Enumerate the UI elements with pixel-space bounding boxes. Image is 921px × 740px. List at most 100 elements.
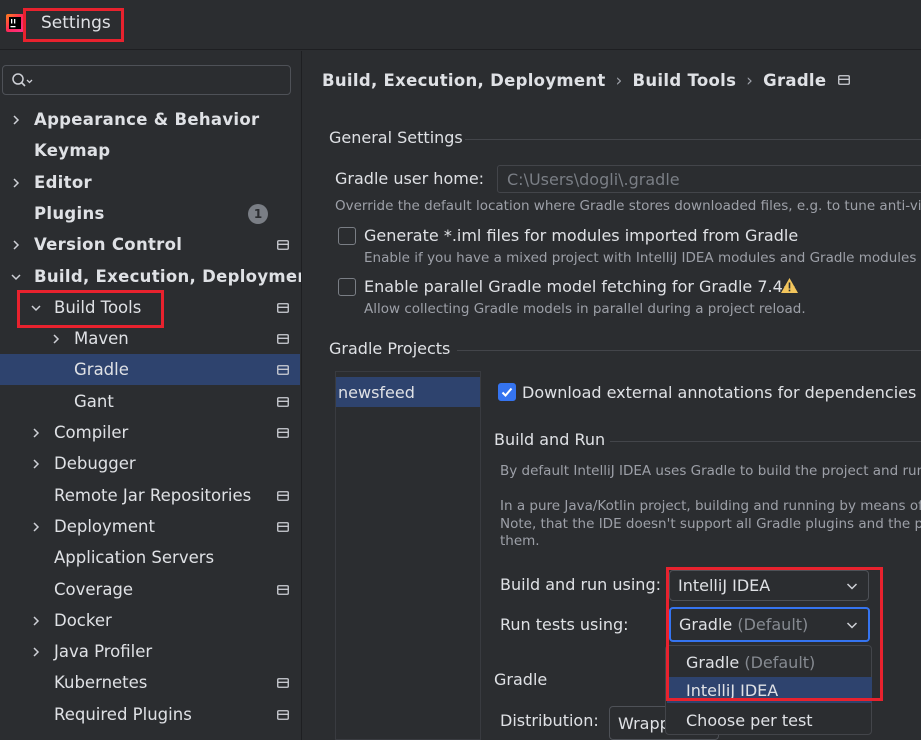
sidebar-item-required-plugins[interactable]: Required Plugins <box>0 699 300 730</box>
sidebar-item-editor[interactable]: Editor <box>0 167 300 198</box>
build-run-description: Note, that the IDE doesn't support all G… <box>500 516 921 532</box>
sidebar-item-label: Docker <box>54 611 112 630</box>
chevron-down-icon <box>846 621 858 629</box>
sidebar-item-label: Compiler <box>54 423 129 442</box>
breadcrumb-item: Gradle <box>763 70 827 90</box>
generate-iml-label[interactable]: Generate *.iml files for modules importe… <box>364 226 798 245</box>
run-tests-using-select[interactable]: Gradle (Default) <box>669 607 870 642</box>
sidebar-item-build-execution-deployment[interactable]: Build, Execution, Deployment <box>0 261 317 292</box>
select-value-suffix: (Default) <box>737 615 809 634</box>
option-suffix: (Default) <box>744 652 816 672</box>
sidebar-item-build-tools[interactable]: Build Tools <box>0 292 300 323</box>
gradle-projects-list <box>335 371 481 740</box>
generate-iml-checkbox[interactable] <box>338 227 356 245</box>
sidebar-item-docker[interactable]: Docker <box>0 605 300 636</box>
sidebar-item-label: Coverage <box>54 580 134 599</box>
gradle-user-home-label: Gradle user home: <box>335 169 485 188</box>
sidebar-item-label: Gant <box>74 392 114 411</box>
sidebar-item-deployment[interactable]: Deployment <box>0 511 300 542</box>
select-value: IntelliJ IDEA <box>678 576 771 595</box>
select-value: Gradle <box>679 615 733 634</box>
chevron-down-icon[interactable] <box>30 302 42 314</box>
build-and-run-using-label: Build and run using: <box>500 575 661 594</box>
project-settings-icon <box>277 427 289 438</box>
option-label: Choose per test <box>686 710 813 730</box>
settings-search-input[interactable] <box>2 65 291 95</box>
sidebar-item-label: Version Control <box>34 235 183 254</box>
chevron-down-icon[interactable] <box>10 271 22 283</box>
sidebar-item-remote-jar-repositories[interactable]: Remote Jar Repositories <box>0 480 300 511</box>
project-settings-icon <box>277 677 289 688</box>
sidebar-item-label: Plugins <box>34 204 105 223</box>
chevron-right-icon[interactable] <box>10 239 22 251</box>
project-settings-icon <box>277 239 289 250</box>
chevron-right-icon[interactable] <box>30 615 42 627</box>
chevron-right-icon[interactable] <box>10 114 22 126</box>
sidebar-item-gradle[interactable]: Gradle <box>0 354 300 385</box>
sidebar-item-label: Build, Execution, Deployment <box>34 267 318 286</box>
distribution-label: Distribution: <box>500 711 599 730</box>
sidebar-item-label: Maven <box>74 329 129 348</box>
section-divider <box>457 350 921 351</box>
build-and-run-using-select[interactable]: IntelliJ IDEA <box>669 570 869 601</box>
build-run-description: By default IntelliJ IDEA uses Gradle to … <box>500 463 921 479</box>
generate-iml-hint: Enable if you have a mixed project with … <box>364 250 921 266</box>
project-settings-icon <box>277 521 289 532</box>
download-annotations-checkbox[interactable] <box>498 383 516 401</box>
window-title: Settings <box>41 13 111 33</box>
project-settings-icon <box>277 584 289 595</box>
sidebar-item-kubernetes[interactable]: Kubernetes <box>0 667 300 698</box>
sidebar-item-coverage[interactable]: Coverage <box>0 574 300 605</box>
sidebar-item-java-profiler[interactable]: Java Profiler <box>0 636 300 667</box>
parallel-fetching-label[interactable]: Enable parallel Gradle model fetching fo… <box>364 277 796 296</box>
sidebar-item-label: Keymap <box>34 141 111 160</box>
sidebar-item-application-servers[interactable]: Application Servers <box>0 542 300 573</box>
breadcrumb-item[interactable]: Build, Execution, Deployment <box>322 71 606 90</box>
sidebar-item-gant[interactable]: Gant <box>0 386 300 417</box>
project-settings-icon <box>277 396 289 407</box>
dropdown-option-gradle[interactable]: Gradle (Default) <box>667 649 872 675</box>
sidebar-item-version-control[interactable]: Version Control <box>0 229 300 260</box>
sidebar-item-label: Editor <box>34 173 92 192</box>
sidebar-item-label: Debugger <box>54 454 136 473</box>
parallel-fetching-hint: Allow collecting Gradle models in parall… <box>364 301 806 317</box>
sidebar-item-plugins[interactable]: Plugins 1 <box>0 198 300 229</box>
gradle-user-home-input[interactable]: C:\Users\dogli\.gradle <box>497 165 921 193</box>
section-divider <box>465 139 921 140</box>
section-divider <box>610 441 921 442</box>
sidebar-item-label: Java Profiler <box>54 642 153 661</box>
sidebar-item-maven[interactable]: Maven <box>0 323 300 354</box>
build-run-description: In a pure Java/Kotlin project, building … <box>500 498 921 514</box>
chevron-right-icon[interactable] <box>10 177 22 189</box>
chevron-right-icon[interactable] <box>30 646 42 658</box>
run-tests-dropdown-popup: Gradle (Default) IntelliJ IDEA Choose pe… <box>665 645 872 735</box>
chevron-down-icon <box>846 582 858 590</box>
sidebar-item-debugger[interactable]: Debugger <box>0 448 300 479</box>
chevron-right-icon[interactable] <box>50 333 62 345</box>
download-annotations-label[interactable]: Download external annotations for depend… <box>522 383 916 402</box>
sidebar-item-label: Kubernetes <box>54 673 148 692</box>
sidebar-item-appearance-behavior[interactable]: Appearance & Behavior <box>0 104 300 135</box>
sidebar-item-label: Build Tools <box>54 298 142 317</box>
warning-icon <box>781 278 798 293</box>
chevron-right-icon[interactable] <box>30 427 42 439</box>
breadcrumb: Build, Execution, Deployment › Build Too… <box>322 68 851 92</box>
breadcrumb-item[interactable]: Build Tools <box>633 71 737 90</box>
option-label: IntelliJ IDEA <box>686 680 779 700</box>
sidebar-item-compiler[interactable]: Compiler <box>0 417 300 448</box>
parallel-fetching-checkbox[interactable] <box>338 278 356 296</box>
project-settings-icon <box>838 75 851 85</box>
dropdown-option-choose-per-test[interactable]: Choose per test <box>667 707 872 733</box>
option-label: Gradle <box>686 652 740 672</box>
sidebar-item-label: Remote Jar Repositories <box>54 486 252 505</box>
chevron-right-icon[interactable] <box>30 521 42 533</box>
sidebar-item-keymap[interactable]: Keymap <box>0 135 300 166</box>
build-run-description: them. <box>500 533 540 549</box>
breadcrumb-separator-icon: › <box>615 70 623 90</box>
gradle-user-home-hint: Override the default location where Grad… <box>335 198 921 214</box>
project-name: newsfeed <box>338 383 415 402</box>
chevron-right-icon[interactable] <box>30 458 42 470</box>
gradle-projects-title: Gradle Projects <box>329 339 451 358</box>
search-icon <box>12 73 33 87</box>
dropdown-option-intellij-idea[interactable]: IntelliJ IDEA <box>667 677 872 703</box>
